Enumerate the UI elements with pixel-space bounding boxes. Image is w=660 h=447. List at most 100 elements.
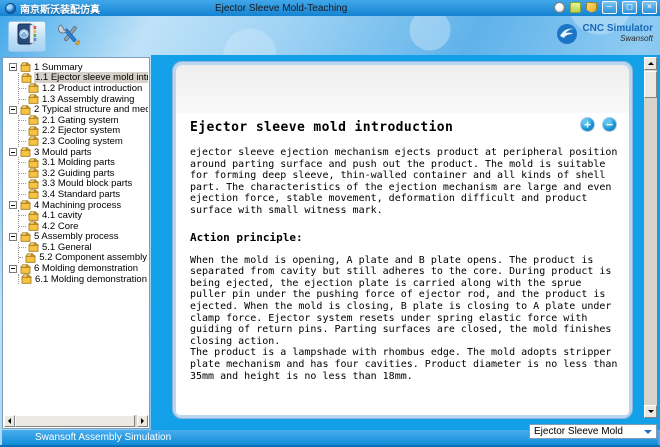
tree-item-label[interactable]: 6.1 Molding demonstration <box>34 274 148 285</box>
folder-icon <box>28 115 39 125</box>
folder-icon <box>25 253 36 263</box>
folder-icon <box>20 62 31 72</box>
horizontal-scroll-thumb[interactable] <box>15 415 135 427</box>
tree-item[interactable]: 3.4 Standard parts <box>19 189 148 200</box>
mold-selector-value: Ejector Sleeve Mold <box>534 426 623 437</box>
tree-section[interactable]: 3 Mould parts <box>6 147 148 158</box>
folder-icon <box>20 105 31 115</box>
scroll-down-button[interactable] <box>644 405 657 418</box>
tree-section[interactable]: 1 Summary <box>6 62 148 73</box>
tree-item[interactable]: 3.3 Mould block parts <box>19 179 148 190</box>
tree-item[interactable]: 1.1 Ejector sleeve mold introduction <box>19 73 148 84</box>
folder-icon <box>28 211 39 221</box>
folder-icon <box>28 126 39 136</box>
tree-horizontal-scrollbar[interactable] <box>4 415 148 427</box>
tree-section-label[interactable]: 4 Machining process <box>33 200 122 211</box>
page-body: Ejector sleeve mold introduction + − eje… <box>176 113 629 382</box>
tree-section-label[interactable]: 2 Typical structure and mechanism <box>33 104 148 115</box>
collapse-icon[interactable] <box>9 148 17 156</box>
tree-item-label[interactable]: 4.1 cavity <box>41 210 83 221</box>
tree-item[interactable]: 2.3 Cooling system <box>19 136 148 147</box>
app-name: 南京斯沃装配仿真 <box>20 1 100 16</box>
folder-icon <box>28 83 39 93</box>
collapse-icon[interactable] <box>9 63 17 71</box>
tree-item[interactable]: 3.2 Guiding parts <box>19 168 148 179</box>
dropdown-arrow-icon <box>644 430 652 438</box>
page-tab-header[interactable] <box>176 65 629 113</box>
tree: 1 Summary1.1 Ejector sleeve mold introdu… <box>6 62 148 414</box>
mold-selector-dropdown[interactable]: Ejector Sleeve Mold <box>529 424 657 439</box>
content-paragraph-2: When the mold is opening, A plate and B … <box>190 255 615 383</box>
tree-item-label[interactable]: 5.2 Component assembly <box>38 252 148 263</box>
tree-item-label[interactable]: 2.1 Gating system <box>41 115 120 126</box>
tree-item[interactable]: 5.1 General <box>19 242 148 253</box>
clock-icon[interactable] <box>554 2 565 13</box>
tree-item-label[interactable]: 5.1 General <box>41 242 93 253</box>
folder-icon <box>28 168 39 178</box>
folder-icon <box>21 274 32 284</box>
tree-item[interactable]: 3.1 Molding parts <box>19 157 148 168</box>
close-button[interactable]: × <box>642 1 657 14</box>
tree-item[interactable]: 1.2 Product introduction <box>19 83 148 94</box>
toolbar: CNC Simulator Swansoft <box>0 16 660 57</box>
tree-section[interactable]: 5 Assembly process <box>6 232 148 243</box>
font-increase-button[interactable]: + <box>580 117 595 132</box>
logo-subtext: Swansoft <box>582 34 653 43</box>
tree-item-label[interactable]: 2.2 Ejector system <box>41 125 121 136</box>
tree-section[interactable]: 4 Machining process <box>6 200 148 211</box>
content-subheading: Action principle: <box>190 232 615 244</box>
scroll-right-button[interactable] <box>137 415 148 427</box>
folder-icon <box>20 264 31 274</box>
tree-section[interactable]: 2 Typical structure and mechanism <box>6 104 148 115</box>
folder-icon <box>28 158 39 168</box>
tree-item-label[interactable]: 3.4 Standard parts <box>41 189 121 200</box>
cnc-simulator-logo: CNC Simulator Swansoft <box>556 23 653 50</box>
logo-text: CNC Simulator <box>582 23 653 34</box>
collapse-icon[interactable] <box>9 201 17 209</box>
maximize-button[interactable]: □ <box>622 1 637 14</box>
teaching-book-button[interactable] <box>8 21 46 52</box>
tree-item-label[interactable]: 1.3 Assembly drawing <box>41 94 135 105</box>
tree-section[interactable]: 6 Molding demonstration <box>6 263 148 274</box>
collapse-icon[interactable] <box>9 233 17 241</box>
tree-item-label[interactable]: 3.1 Molding parts <box>41 157 116 168</box>
scroll-up-button[interactable] <box>644 57 657 70</box>
tree-item[interactable]: 4.2 Core <box>19 221 148 232</box>
font-decrease-button[interactable]: − <box>602 117 617 132</box>
app-window: 南京斯沃装配仿真 Ejector Sleeve Mold-Teaching – … <box>0 0 660 447</box>
folder-icon <box>20 200 31 210</box>
tree-item-label[interactable]: 3.3 Mould block parts <box>41 178 133 189</box>
badge-icon[interactable] <box>586 2 598 14</box>
tree-section-label[interactable]: 1 Summary <box>33 62 84 73</box>
minimize-button[interactable]: – <box>602 1 617 14</box>
tree-item[interactable]: 4.1 cavity <box>19 210 148 221</box>
tree-item-label[interactable]: 1.1 Ejector sleeve mold introduction <box>34 72 148 83</box>
tree-section-label[interactable]: 5 Assembly process <box>33 231 119 242</box>
tree-item[interactable]: 2.2 Ejector system <box>19 126 148 137</box>
scroll-left-button[interactable] <box>4 415 15 427</box>
swansoft-logo-icon <box>556 23 578 50</box>
folder-icon <box>21 73 32 83</box>
tree-section-label[interactable]: 6 Molding demonstration <box>33 263 139 274</box>
chat-bubble-icon[interactable] <box>570 2 581 13</box>
folder-icon <box>28 136 39 146</box>
vertical-scroll-thumb[interactable] <box>644 71 657 98</box>
tools-button[interactable] <box>56 23 84 51</box>
tree-item-label[interactable]: 4.2 Core <box>41 221 79 232</box>
tree-section-label[interactable]: 3 Mould parts <box>33 147 93 158</box>
tree-item-label[interactable]: 2.3 Cooling system <box>41 136 124 147</box>
tree-item-label[interactable]: 1.2 Product introduction <box>41 83 143 94</box>
tree-item-label[interactable]: 3.2 Guiding parts <box>41 168 115 179</box>
collapse-icon[interactable] <box>9 106 17 114</box>
folder-icon <box>20 147 31 157</box>
tree-item[interactable]: 6.1 Molding demonstration <box>19 274 148 285</box>
tools-icon <box>57 22 83 53</box>
tree-item[interactable]: 2.1 Gating system <box>19 115 148 126</box>
vertical-scrollbar[interactable] <box>644 57 657 418</box>
tree-item[interactable]: 5.2 Component assembly <box>19 253 148 264</box>
folder-icon <box>20 232 31 242</box>
tree-item[interactable]: 1.3 Assembly drawing <box>19 94 148 105</box>
content-paragraph-1: ejector sleeve ejection mechanism ejects… <box>190 147 615 217</box>
titlebar: 南京斯沃装配仿真 Ejector Sleeve Mold-Teaching – … <box>0 0 660 16</box>
collapse-icon[interactable] <box>9 265 17 273</box>
